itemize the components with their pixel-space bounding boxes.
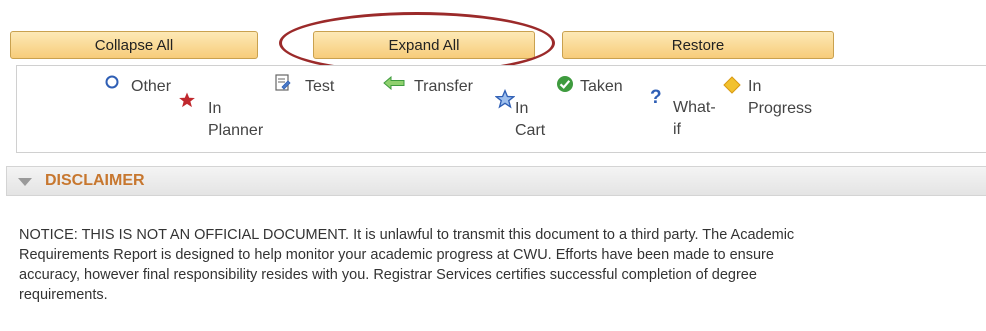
collapse-all-button[interactable]: Collapse All xyxy=(10,31,258,59)
circle-icon xyxy=(105,75,119,94)
legend-in-progress-line2: Progress xyxy=(748,100,813,117)
legend-other-label: Other xyxy=(131,78,172,95)
legend-what-if-line2: if xyxy=(673,121,681,138)
blue-star-icon xyxy=(494,88,516,114)
check-circle-icon xyxy=(556,75,574,98)
disclaimer-header[interactable]: DISCLAIMER xyxy=(6,166,986,196)
restore-label: Restore xyxy=(671,36,725,54)
red-star-icon xyxy=(178,91,196,114)
legend-in-planner-line1: In xyxy=(208,100,222,117)
legend-transfer-label: Transfer xyxy=(414,78,473,95)
legend-in-cart-line2: Cart xyxy=(515,122,546,139)
test-document-icon xyxy=(274,74,292,97)
collapse-triangle-icon[interactable] xyxy=(18,178,32,186)
legend-panel: Other In Planner Test Transfer In Cart T… xyxy=(16,65,986,153)
legend-test-label: Test xyxy=(305,78,335,95)
legend-in-planner-line2: Planner xyxy=(208,122,264,139)
collapse-all-label: Collapse All xyxy=(94,36,174,54)
expand-all-button[interactable]: Expand All xyxy=(313,31,535,59)
legend-in-progress-line1: In xyxy=(748,78,762,95)
legend-what-if-line1: What- xyxy=(673,99,716,116)
yellow-diamond-icon xyxy=(723,76,741,99)
legend-taken-label: Taken xyxy=(580,78,623,95)
restore-button[interactable]: Restore xyxy=(562,31,834,59)
disclaimer-title: DISCLAIMER xyxy=(45,172,145,189)
legend-in-cart-line1: In xyxy=(515,100,529,117)
question-mark-icon: ? xyxy=(650,87,662,108)
disclaimer-notice-text: NOTICE: THIS IS NOT AN OFFICIAL DOCUMENT… xyxy=(19,227,795,303)
expand-all-label: Expand All xyxy=(388,36,460,54)
transfer-arrow-icon xyxy=(383,75,405,95)
